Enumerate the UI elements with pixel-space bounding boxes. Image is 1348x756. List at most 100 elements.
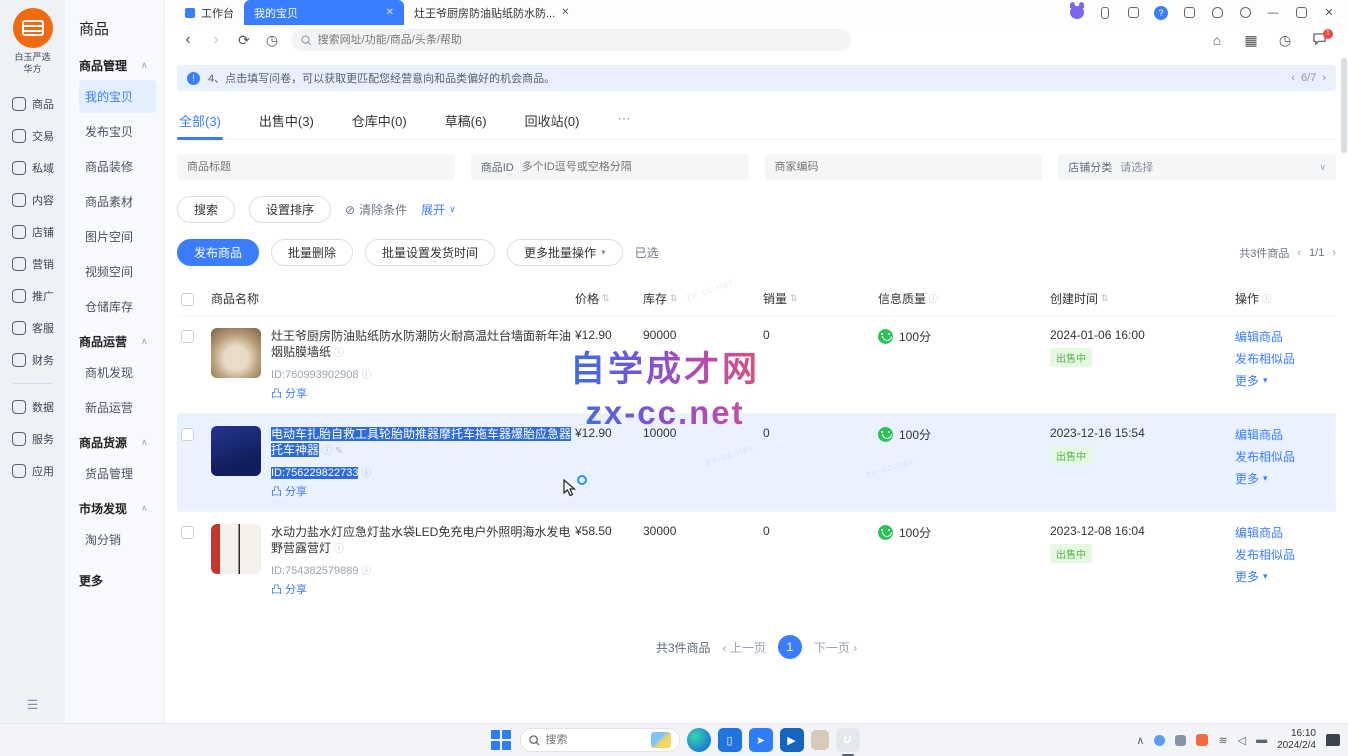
sidebar-group-goods-supply[interactable]: 商品货源∧ bbox=[79, 434, 164, 451]
taskbar-app-pointer-icon[interactable]: ➤ bbox=[749, 728, 773, 752]
sidebar-group-goods-operation[interactable]: 商品运营∧ bbox=[79, 333, 164, 350]
tab-more-icon[interactable]: ⋯ bbox=[615, 103, 634, 139]
forward-icon[interactable]: › bbox=[207, 31, 225, 49]
sidebar-item-supply-management[interactable]: 货品管理 bbox=[79, 457, 156, 490]
sidebar-item-tao-distribution[interactable]: 淘分销 bbox=[79, 523, 156, 556]
rail-item-content[interactable]: 内容 bbox=[0, 185, 65, 215]
title-filter[interactable] bbox=[177, 154, 455, 180]
tab-my-items[interactable]: 我的宝贝 ✕ bbox=[244, 0, 404, 25]
row-checkbox[interactable] bbox=[181, 330, 194, 343]
edit-item-link[interactable]: 编辑商品 bbox=[1235, 426, 1336, 443]
sidebar-group-goods-management[interactable]: 商品管理∧ bbox=[79, 57, 164, 74]
batch-ship-time-button[interactable]: 批量设置发货时间 bbox=[365, 239, 495, 266]
edge-browser-icon[interactable] bbox=[687, 728, 711, 752]
item-thumbnail[interactable] bbox=[211, 426, 261, 476]
taskbar-clock[interactable]: 16:10 2024/2/4 bbox=[1277, 728, 1316, 752]
item-id-filter[interactable]: 商品ID bbox=[471, 154, 749, 180]
tablet-icon[interactable] bbox=[1126, 6, 1140, 20]
tab-all[interactable]: 全部(3) bbox=[177, 103, 223, 139]
microphone-tray-icon[interactable] bbox=[1154, 735, 1165, 746]
rail-item-goods[interactable]: 商品 bbox=[0, 89, 65, 119]
refresh-icon[interactable]: ⟳ bbox=[235, 32, 253, 49]
more-batch-actions-button[interactable]: 更多批量操作 ▾ bbox=[507, 239, 623, 266]
tray-expand-icon[interactable]: ∧ bbox=[1136, 734, 1144, 747]
copy-icon[interactable]: ⓘ bbox=[361, 566, 371, 577]
set-sort-button[interactable]: 设置排序 bbox=[249, 196, 331, 223]
qianniu-taskbar-icon[interactable]: U bbox=[836, 728, 860, 752]
shop-logo[interactable] bbox=[13, 8, 53, 48]
taskbar-search[interactable] bbox=[520, 728, 680, 752]
col-price[interactable]: 价格⇅ bbox=[575, 290, 643, 307]
notice-banner[interactable]: ! 4、点击填写问卷，可以获取更匹配您经营意向和品类偏好的机会商品。 ‹ 6/7… bbox=[177, 65, 1336, 91]
title-filter-input[interactable] bbox=[187, 161, 445, 173]
rail-item-promotion[interactable]: 推广 bbox=[0, 281, 65, 311]
scrollbar[interactable] bbox=[1341, 58, 1347, 153]
qianniu-mascot-icon[interactable] bbox=[1070, 6, 1084, 20]
publish-similar-link[interactable]: 发布相似品 bbox=[1235, 350, 1336, 367]
sidebar-item-publish-item[interactable]: 发布宝贝 bbox=[79, 115, 156, 148]
sidebar-item-my-items[interactable]: 我的宝贝 bbox=[79, 80, 156, 113]
banner-prev-icon[interactable]: ‹ bbox=[1291, 72, 1295, 84]
next-page-button[interactable]: 下一页 › bbox=[814, 639, 857, 656]
home-icon[interactable]: ⌂ bbox=[1208, 32, 1226, 48]
item-title[interactable]: 灶王爷厨房防油贴纸防水防潮防火耐高温灶台墙面新年油烟贴膜墙纸ⓘ bbox=[271, 328, 575, 362]
sidebar-item-item-material[interactable]: 商品素材 bbox=[79, 185, 156, 218]
sidebar-item-item-decoration[interactable]: 商品装修 bbox=[79, 150, 156, 183]
collection-icon[interactable]: ▦ bbox=[1242, 32, 1260, 49]
help-icon[interactable]: ? bbox=[1154, 6, 1168, 20]
rail-item-apps[interactable]: 应用 bbox=[0, 456, 65, 486]
shop-category-select[interactable]: 店铺分类 请选择 ∨ bbox=[1058, 154, 1336, 180]
rail-item-finance[interactable]: 财务 bbox=[0, 345, 65, 375]
copy-icon[interactable]: ⓘ bbox=[361, 468, 371, 479]
rail-item-private-domain[interactable]: 私域 bbox=[0, 153, 65, 183]
close-button[interactable]: ✕ bbox=[1322, 6, 1336, 20]
clear-conditions-button[interactable]: ⊘ 清除条件 bbox=[345, 201, 407, 218]
pager-next-icon[interactable]: › bbox=[1332, 247, 1336, 259]
more-actions-link[interactable]: 更多▾ bbox=[1235, 372, 1336, 389]
publish-similar-link[interactable]: 发布相似品 bbox=[1235, 448, 1336, 465]
col-sales[interactable]: 销量⇅ bbox=[763, 290, 878, 307]
tray-app-orange-icon[interactable] bbox=[1196, 734, 1208, 746]
message-icon[interactable]: 1 bbox=[1310, 32, 1328, 48]
merchant-code-input[interactable] bbox=[775, 161, 1033, 173]
select-all-checkbox[interactable] bbox=[181, 293, 194, 306]
minimize-button[interactable]: — bbox=[1266, 6, 1280, 20]
tray-app-icon[interactable] bbox=[1175, 735, 1186, 746]
item-title[interactable]: 水动力盐水灯应急灯盐水袋LED免充电户外照明海水发电野营露营灯ⓘ bbox=[271, 524, 575, 558]
weather-icon[interactable] bbox=[651, 732, 671, 748]
back-icon[interactable]: ‹ bbox=[179, 31, 197, 49]
taskbar-app-misc-icon[interactable] bbox=[811, 730, 829, 750]
tab-product-page[interactable]: 灶王爷厨房防油贴纸防水防... ✕ bbox=[404, 0, 580, 25]
edit-icon[interactable]: ✎ bbox=[335, 446, 343, 457]
history-icon[interactable]: ◷ bbox=[263, 32, 281, 49]
taskbar-app-video-icon[interactable]: ▶ bbox=[780, 728, 804, 752]
battery-icon[interactable]: ▬ bbox=[1256, 734, 1267, 746]
maximize-button[interactable] bbox=[1294, 6, 1308, 20]
col-created-time[interactable]: 创建时间⇅ bbox=[1050, 290, 1235, 307]
share-link[interactable]: 凸分享 bbox=[271, 581, 575, 597]
tab-workbench[interactable]: 工作台 bbox=[175, 0, 244, 25]
volume-icon[interactable]: ◁ bbox=[1238, 734, 1246, 747]
tab-on-sale[interactable]: 出售中(3) bbox=[257, 103, 316, 139]
global-search-input[interactable] bbox=[318, 34, 841, 46]
global-search[interactable] bbox=[291, 29, 851, 51]
start-button[interactable] bbox=[489, 728, 513, 752]
sidebar-item-warehouse-stock[interactable]: 仓储库存 bbox=[79, 290, 156, 323]
share-link[interactable]: 凸分享 bbox=[271, 483, 575, 499]
item-id-input[interactable] bbox=[522, 161, 739, 173]
row-checkbox[interactable] bbox=[181, 428, 194, 441]
search-button[interactable]: 搜索 bbox=[177, 196, 235, 223]
rail-item-service[interactable]: 服务 bbox=[0, 424, 65, 454]
item-title[interactable]: 电动车扎胎自救工具轮胎助推器摩托车拖车器爆胎应急器托车神器ⓘ✎ bbox=[271, 426, 575, 460]
close-tab-icon[interactable]: ✕ bbox=[561, 7, 569, 18]
pager-prev-icon[interactable]: ‹ bbox=[1297, 247, 1301, 259]
banner-next-icon[interactable]: › bbox=[1322, 72, 1326, 84]
row-checkbox[interactable] bbox=[181, 526, 194, 539]
recent-icon[interactable]: ◷ bbox=[1276, 32, 1294, 49]
tab-in-warehouse[interactable]: 仓库中(0) bbox=[350, 103, 409, 139]
rail-item-trade[interactable]: 交易 bbox=[0, 121, 65, 151]
sidebar-item-video-space[interactable]: 视频空间 bbox=[79, 255, 156, 288]
rail-item-marketing[interactable]: 营销 bbox=[0, 249, 65, 279]
tab-drafts[interactable]: 草稿(6) bbox=[443, 103, 489, 139]
share-link[interactable]: 凸分享 bbox=[271, 385, 575, 401]
